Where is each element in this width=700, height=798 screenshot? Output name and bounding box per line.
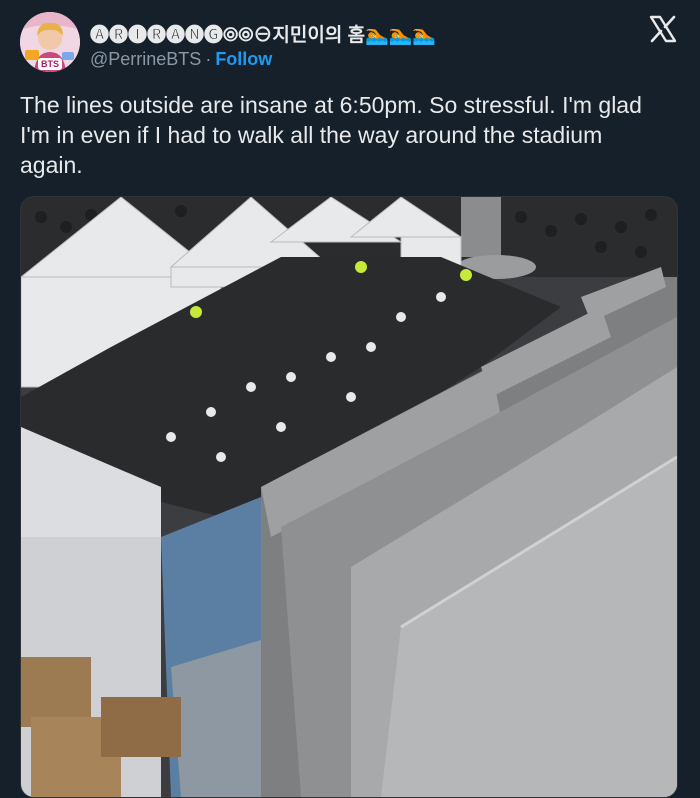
separator-dot: · <box>205 49 212 69</box>
display-name[interactable]: 🅐🅡🅘🅡🅐🅝🅖⦾⦾⊖지민이의 홈🏊🏊🏊 <box>90 20 436 47</box>
tweet-photo[interactable] <box>20 196 678 798</box>
x-logo-icon[interactable] <box>648 14 678 44</box>
handle-row: @PerrineBTS · Follow <box>90 49 272 70</box>
tweet-text: The lines outside are insane at 6:50pm. … <box>20 92 642 178</box>
avatar[interactable]: BTS <box>20 12 80 72</box>
avatar-badge: BTS <box>38 58 62 70</box>
crowd-photo <box>21 197 677 797</box>
follow-button[interactable]: Follow <box>215 49 272 69</box>
tweet-header: BTS 🅐🅡🅘🅡🅐🅝🅖⦾⦾⊖지민이의 홈🏊🏊🏊 @PerrineBTS · Foll… <box>20 12 680 76</box>
user-handle[interactable]: @PerrineBTS <box>90 49 201 69</box>
